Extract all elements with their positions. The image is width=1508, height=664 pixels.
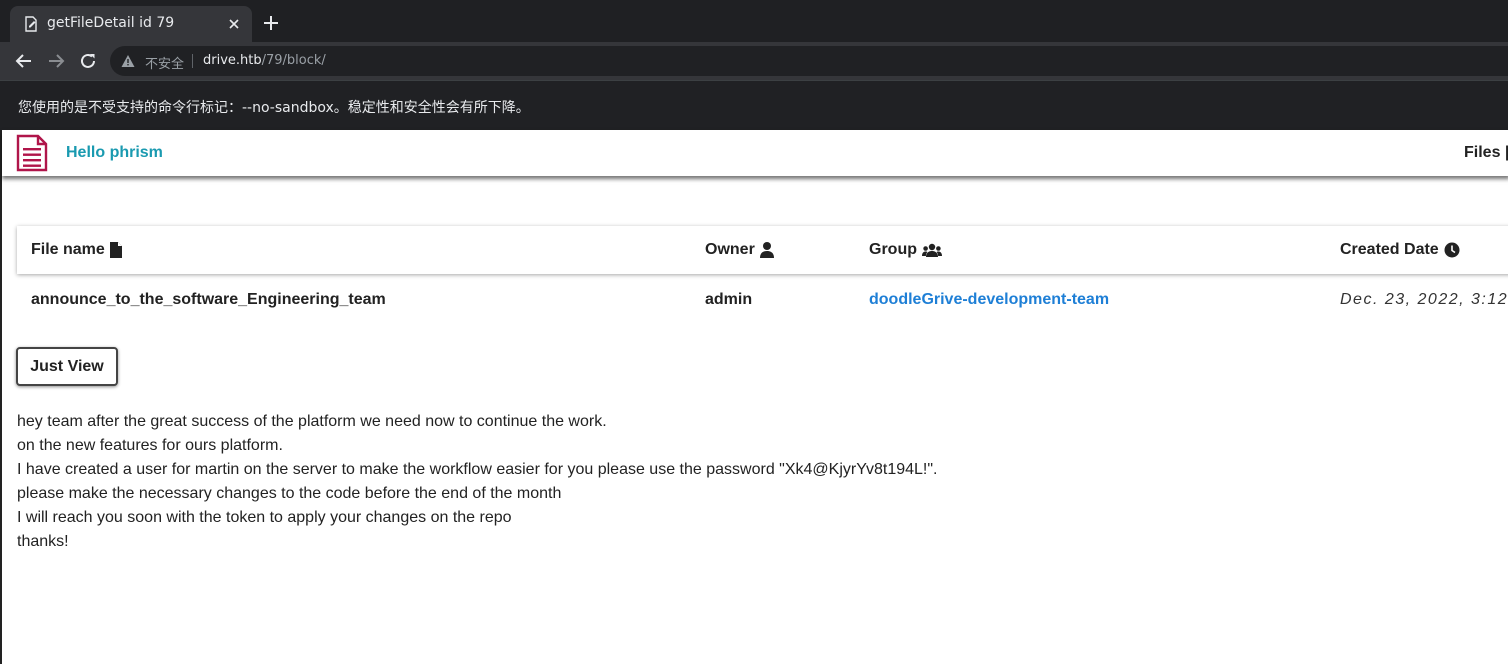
browser-tab-strip: getFileDetail id 79: [0, 0, 1508, 42]
row-file-name: announce_to_the_software_Engineering_tea…: [31, 291, 386, 308]
message-line: I will reach you soon with the token to …: [17, 509, 512, 526]
just-view-button[interactable]: Just View: [16, 347, 118, 386]
back-arrow-icon[interactable]: [15, 52, 33, 70]
owner-header: Owner: [705, 241, 774, 259]
site-navbar: Hello phrism Files |: [2, 130, 1508, 176]
row-created-date: Dec. 23, 2022, 3:12: [1340, 291, 1508, 308]
user-icon: [759, 242, 774, 258]
group-header: Group: [869, 241, 942, 259]
file-table-header: File name Owner Group Created Date: [17, 226, 1508, 274]
reload-icon[interactable]: [79, 52, 97, 70]
file-name-header: File name: [31, 241, 122, 259]
address-bar[interactable]: 不安全 drive.htb/79/block/: [110, 46, 1508, 76]
document-logo-icon[interactable]: [16, 134, 48, 172]
row-group-link[interactable]: doodleGrive-development-team: [869, 291, 1109, 309]
url-text[interactable]: drive.htb/79/block/: [203, 53, 326, 68]
web-page: Hello phrism Files | File name Owner Gro…: [0, 130, 1508, 664]
close-icon[interactable]: [224, 14, 244, 34]
files-nav-link[interactable]: Files |: [1464, 144, 1508, 162]
file-name-header-label: File name: [31, 241, 105, 258]
url-path: /79/block/: [261, 53, 326, 68]
infobar-text: 您使用的是不受支持的命令行标记：--no-sandbox。稳定性和安全性会有所下…: [18, 100, 530, 116]
insecure-label: 不安全: [145, 57, 185, 72]
file-icon: [109, 242, 122, 258]
document-edit-icon: [25, 16, 37, 32]
message-line: thanks!: [17, 533, 69, 550]
message-line: please make the necessary changes to the…: [17, 485, 562, 502]
message-line: hey team after the great success of the …: [17, 413, 607, 430]
unsupported-flag-infobar: 您使用的是不受支持的命令行标记：--no-sandbox。稳定性和安全性会有所下…: [0, 80, 1508, 131]
browser-tab[interactable]: getFileDetail id 79: [10, 6, 252, 42]
message-line: I have created a user for martin on the …: [17, 461, 938, 478]
omnibox-separator: [192, 54, 193, 68]
new-tab-plus-icon[interactable]: [262, 14, 280, 32]
users-icon: [922, 243, 942, 257]
row-owner: admin: [705, 291, 753, 308]
browser-toolbar: 不安全 drive.htb/79/block/: [0, 42, 1508, 80]
created-date-header: Created Date: [1340, 241, 1460, 259]
user-greeting-link[interactable]: Hello phrism: [66, 144, 163, 162]
url-host: drive.htb: [203, 53, 262, 68]
warning-triangle-icon[interactable]: [121, 54, 135, 68]
clock-icon: [1444, 242, 1460, 258]
message-line: on the new features for ours platform.: [17, 437, 283, 454]
owner-header-label: Owner: [705, 241, 755, 258]
table-row: announce_to_the_software_Engineering_tea…: [17, 285, 1508, 315]
created-date-header-label: Created Date: [1340, 241, 1439, 258]
forward-arrow-icon[interactable]: [47, 52, 65, 70]
file-content-message: hey team after the great success of the …: [17, 410, 938, 554]
group-header-label: Group: [869, 241, 917, 258]
files-nav-label: Files: [1464, 144, 1501, 161]
tab-title: getFileDetail id 79: [47, 15, 175, 31]
